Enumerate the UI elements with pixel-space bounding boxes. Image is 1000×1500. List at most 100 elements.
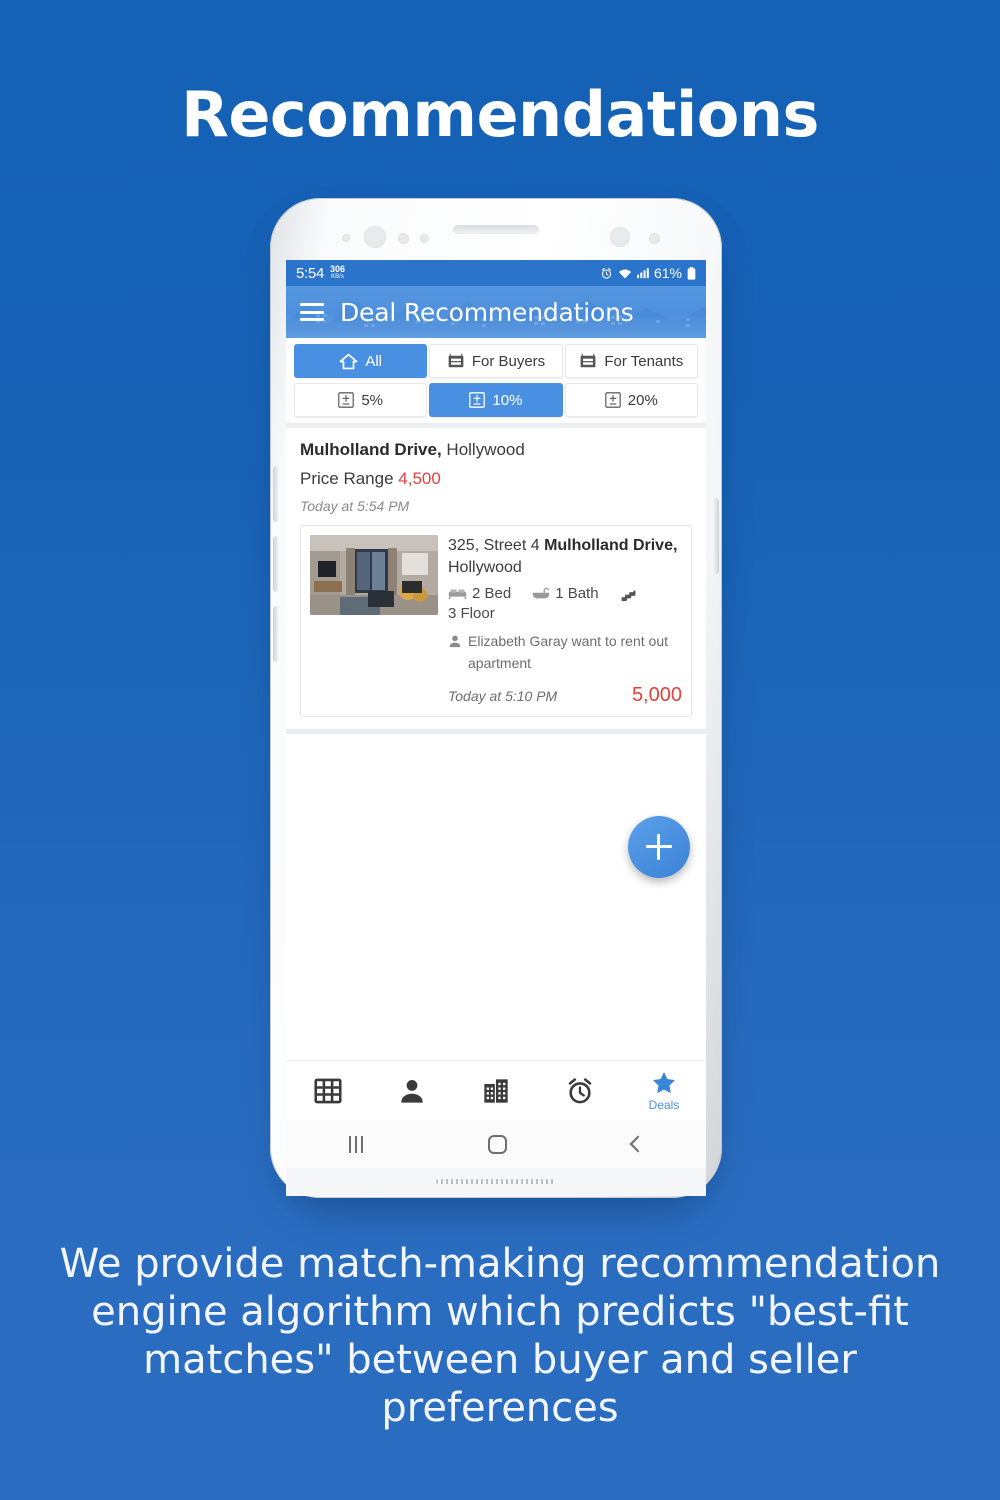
deal-location: Mulholland Drive, Hollywood: [300, 440, 692, 460]
nav-item-deals[interactable]: Deals: [622, 1070, 706, 1112]
network-speed-unit: KB/s: [331, 274, 344, 280]
phone-top-bezel: [270, 198, 722, 260]
listing-address-city: Hollywood: [448, 558, 522, 576]
plus-icon: [646, 833, 672, 860]
listing-amount: 5,000: [631, 683, 682, 706]
person-icon: [449, 635, 461, 648]
filter-tab-group: All For Buyers For Tenants: [286, 338, 706, 378]
plus-minus-icon: [469, 392, 486, 408]
phone-body: 5:54 306 KB/s 61% Deal Recommendations A…: [270, 198, 722, 1198]
listing-timestamp: Today at 5:10 PM: [448, 687, 558, 704]
tab-for-tenants-label: For Tenants: [604, 352, 684, 370]
power-button[interactable]: [713, 498, 719, 574]
tab-all[interactable]: All: [294, 344, 428, 378]
bottom-speaker-grill: [436, 1179, 556, 1184]
tab-percent-10-label: 10%: [492, 391, 523, 409]
star-icon: [652, 1071, 676, 1093]
app-bar: Deal Recommendations: [286, 286, 706, 338]
feature-bed: 2 Bed: [448, 585, 511, 602]
front-camera-icon: [364, 226, 386, 248]
feature-bed-label: 2 Bed: [472, 585, 512, 603]
deal-price-label: Price Range: [300, 469, 399, 488]
person-icon: [401, 1079, 423, 1103]
battery-icon: [687, 266, 696, 280]
signal-icon: [636, 268, 649, 279]
for-sale-sign-icon: [448, 353, 464, 367]
listing-address-street: Mulholland Drive,: [544, 537, 678, 554]
tab-percent-20-label: 20%: [627, 391, 658, 409]
iris-sensor-icon: [398, 233, 409, 244]
apartment-photo-icon: [310, 535, 438, 615]
led-indicator-icon: [649, 233, 660, 244]
feature-bath-label: 1 Bath: [555, 585, 599, 603]
tab-percent-5-label: 5%: [361, 391, 383, 409]
plus-minus-icon: [338, 392, 355, 408]
listing-item[interactable]: 325, Street 4 Mulholland Drive, Hollywoo…: [300, 525, 692, 717]
tab-percent-20[interactable]: 20%: [564, 383, 698, 417]
earpiece-speaker: [453, 225, 539, 234]
deal-timestamp: Today at 5:54 PM: [300, 498, 410, 514]
status-icons: 61%: [600, 265, 696, 281]
home-icon: [339, 353, 358, 369]
nav-item-dashboard[interactable]: [286, 1077, 370, 1105]
status-bar: 5:54 306 KB/s 61%: [286, 260, 706, 286]
deal-location-street: Mulholland Drive,: [300, 440, 442, 459]
back-icon[interactable]: [629, 1135, 646, 1153]
secondary-camera-icon: [610, 227, 630, 247]
bixby-button[interactable]: [273, 606, 279, 662]
deal-price-value: 4,500: [398, 469, 441, 488]
listing-person-text: Elizabeth Garay want to rent out apartme…: [468, 633, 668, 671]
for-rent-sign-icon: [580, 353, 596, 367]
feature-bath: 1 Bath: [532, 585, 599, 603]
percent-tab-group: 5% 10% 20%: [286, 378, 706, 423]
deal-card[interactable]: Mulholland Drive, Hollywood Price Range …: [286, 428, 706, 717]
bath-icon: [533, 587, 550, 599]
listing-person-note: Elizabeth Garay want to rent out apartme…: [448, 631, 682, 674]
nav-item-contacts[interactable]: [370, 1077, 454, 1105]
listing-details: 325, Street 4 Mulholland Drive, Hollywoo…: [448, 535, 682, 707]
nav-item-properties[interactable]: [454, 1077, 538, 1105]
tab-for-tenants[interactable]: For Tenants: [564, 344, 698, 378]
empty-list-area: [286, 733, 706, 902]
volume-down-button[interactable]: [273, 536, 279, 592]
deal-location-city: Hollywood: [441, 440, 525, 459]
android-navigation-bar: [286, 1120, 706, 1168]
grid-icon: [314, 1078, 342, 1103]
page-caption: We provide match-making recommendation e…: [59, 1241, 941, 1431]
phone-screen: 5:54 306 KB/s 61% Deal Recommendations A…: [286, 260, 706, 1120]
stairs-icon: [621, 590, 636, 601]
network-speed: 306 KB/s: [330, 265, 345, 281]
tab-for-buyers-label: For Buyers: [471, 352, 546, 370]
bottom-navigation: Deals: [286, 1060, 706, 1120]
recents-icon[interactable]: [348, 1135, 363, 1153]
volume-up-button[interactable]: [273, 466, 279, 522]
page-title: Recommendations: [181, 78, 819, 151]
feature-stairs: [620, 587, 642, 601]
wifi-icon: [618, 269, 632, 278]
battery-percent: 61%: [653, 265, 682, 281]
alarm-clock-icon: [568, 1077, 592, 1103]
nav-item-deals-label: Deals: [648, 1097, 680, 1112]
add-deal-fab[interactable]: [628, 815, 690, 878]
home-icon[interactable]: [487, 1134, 507, 1154]
plus-minus-icon: [604, 392, 621, 408]
listing-thumbnail[interactable]: [310, 535, 438, 615]
tab-percent-5[interactable]: 5%: [294, 383, 428, 417]
phone-mockup: 5:54 306 KB/s 61% Deal Recommendations A…: [262, 198, 732, 1212]
network-speed-value: 306: [330, 264, 346, 274]
tab-all-label: All: [365, 352, 382, 370]
light-sensor-icon: [420, 234, 429, 243]
bed-icon: [448, 589, 467, 600]
app-bar-title: Deal Recommendations: [340, 297, 634, 327]
deal-price-range: Price Range 4,500: [300, 469, 692, 489]
nav-item-reminders[interactable]: [538, 1077, 622, 1105]
tab-for-buyers[interactable]: For Buyers: [429, 344, 563, 378]
listing-address: 325, Street 4 Mulholland Drive, Hollywoo…: [448, 535, 682, 578]
hamburger-menu-icon[interactable]: [300, 303, 324, 321]
listing-features: 2 Bed 1 Bath: [448, 585, 682, 602]
tab-percent-10[interactable]: 10%: [429, 383, 563, 417]
building-icon: [484, 1078, 508, 1103]
listing-meta: Today at 5:10 PM 5,000: [448, 684, 682, 707]
listing-floor: 3 Floor: [448, 605, 495, 623]
alarm-icon: [601, 267, 612, 279]
